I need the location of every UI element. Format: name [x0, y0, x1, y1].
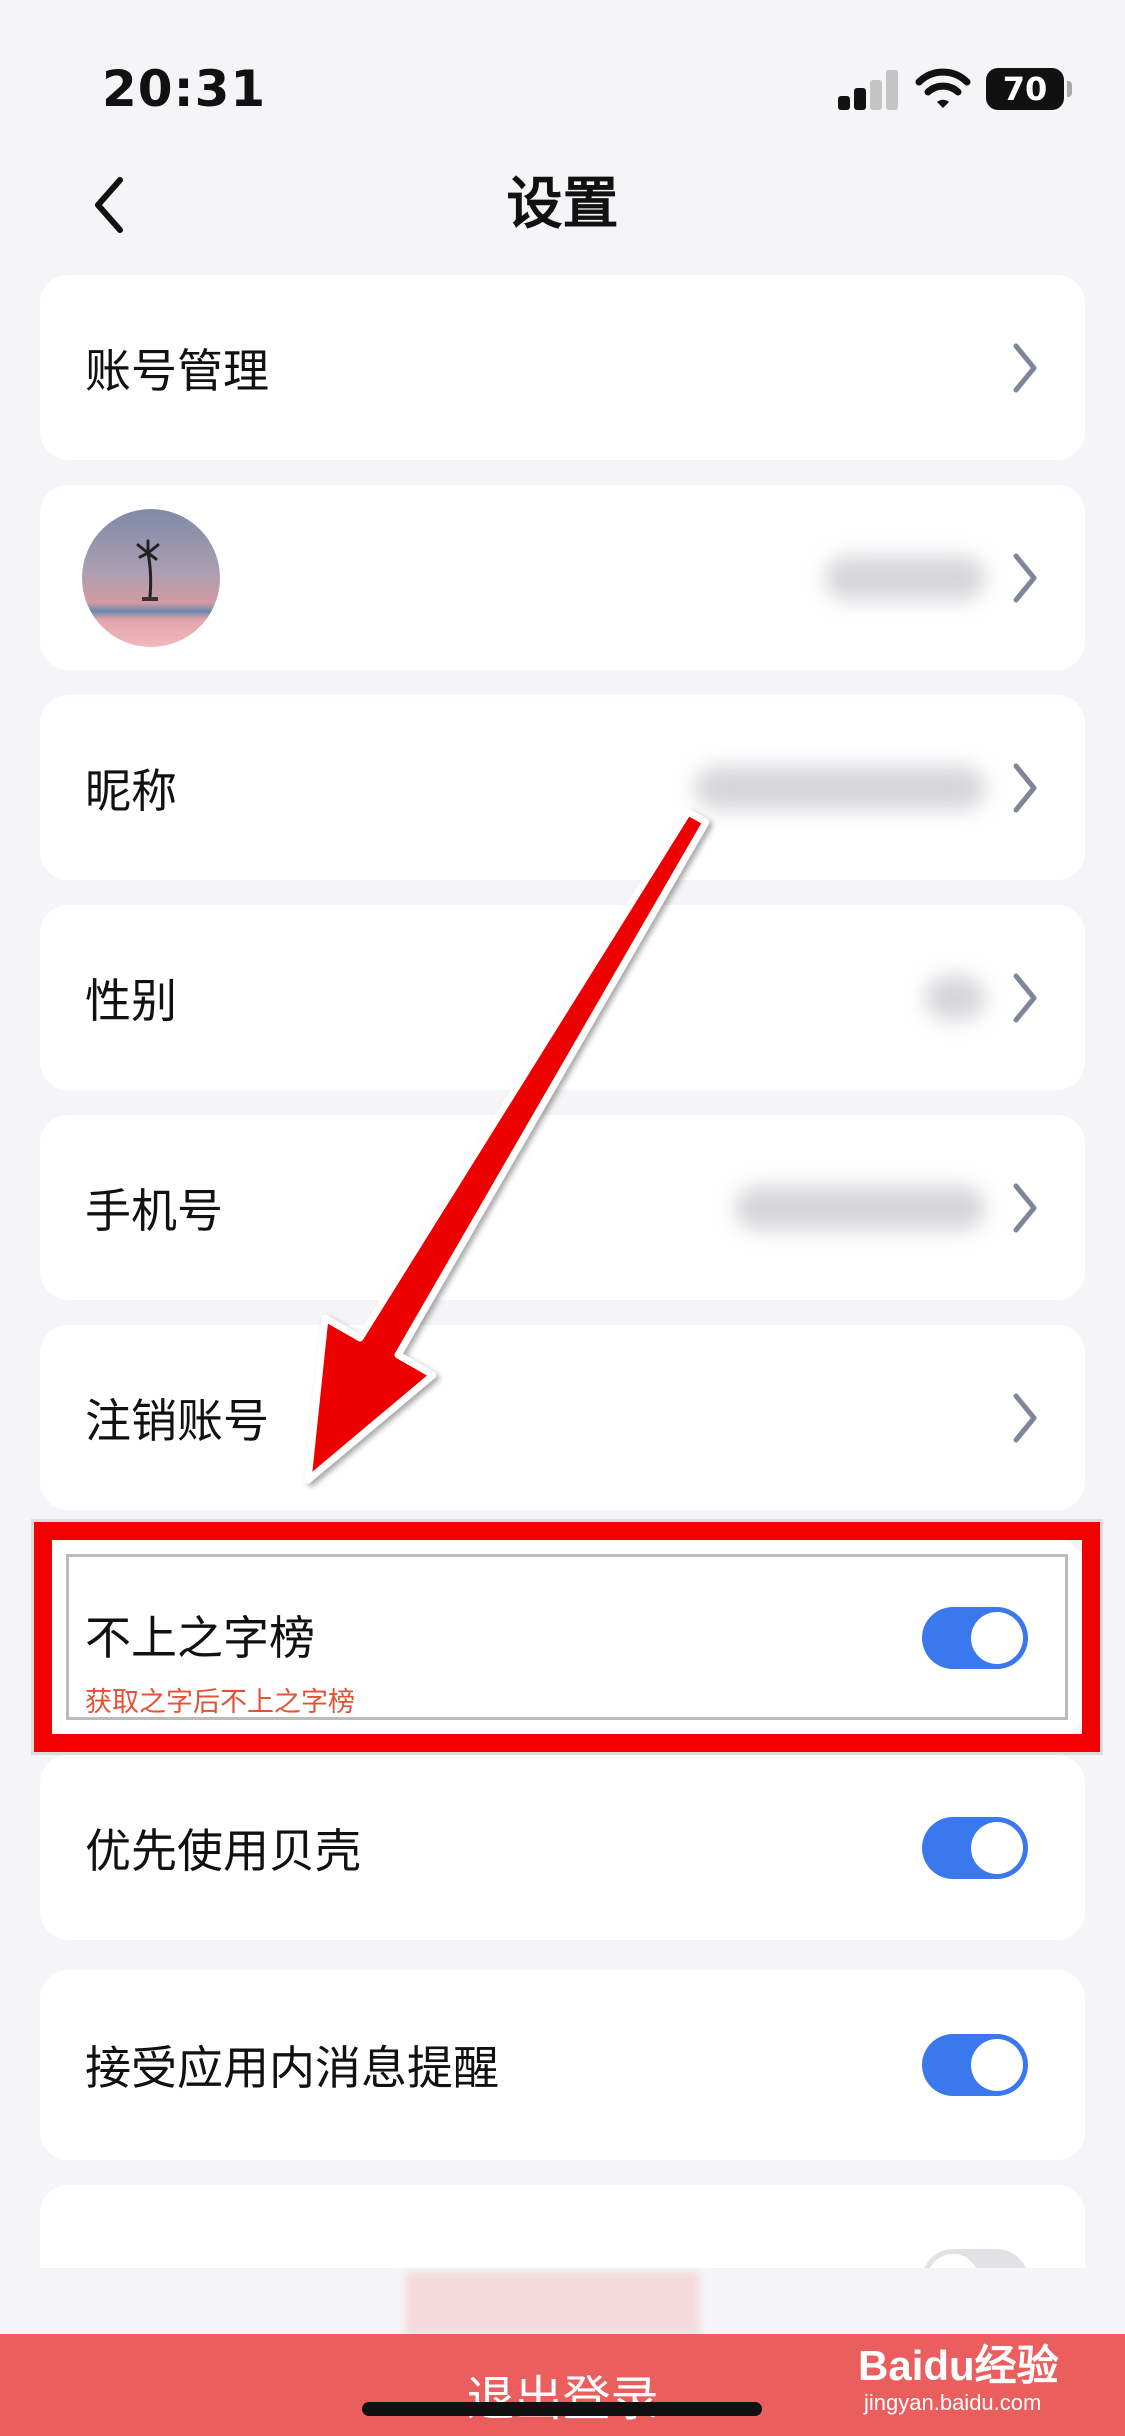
blurred-value	[825, 555, 985, 600]
avatar[interactable]	[82, 509, 220, 647]
row-avatar[interactable]	[40, 485, 1085, 670]
annotation-highlight-box	[34, 1522, 1100, 1752]
blurred-value	[695, 765, 985, 810]
wifi-icon	[915, 68, 971, 108]
row-label: 手机号	[85, 1183, 223, 1238]
row-label: 账号管理	[85, 343, 269, 398]
chevron-right-icon	[1013, 763, 1037, 812]
status-bar: 20:31 70	[0, 0, 1125, 150]
nav-header: 设置	[0, 150, 1125, 260]
annotation-arrow-icon	[304, 808, 710, 1484]
cellular-signal-icon	[838, 70, 900, 110]
chevron-right-icon	[1013, 553, 1037, 602]
watermark-url: jingyan.baidu.com	[864, 2390, 1042, 2415]
row-prefer-shells: 优先使用贝壳	[40, 1755, 1085, 1940]
chevron-right-icon	[1013, 1183, 1037, 1232]
row-in-app-notifications: 接受应用内消息提醒	[40, 1970, 1085, 2160]
row-label: 性别	[85, 973, 177, 1028]
blurred-value	[735, 1185, 985, 1230]
row-label: 优先使用贝壳	[85, 1823, 361, 1878]
battery-indicator: 70	[986, 68, 1072, 110]
prefer-shells-toggle[interactable]	[922, 1816, 1028, 1879]
row-label: 接受应用内消息提醒	[85, 2041, 499, 2095]
status-time: 20:31	[102, 60, 267, 118]
blurred-region	[405, 2272, 700, 2334]
baidu-watermark: Baidu经验 jingyan.baidu.com	[858, 2320, 1108, 2430]
blurred-value	[925, 975, 985, 1020]
notifications-toggle[interactable]	[922, 2034, 1028, 2096]
row-account-management[interactable]: 账号管理	[40, 275, 1085, 460]
row-label: 注销账号	[85, 1393, 269, 1448]
chevron-right-icon	[1013, 343, 1037, 392]
chevron-right-icon	[1013, 973, 1037, 1022]
home-indicator	[362, 2402, 762, 2416]
palm-tree-image	[136, 539, 160, 601]
page-title: 设置	[506, 172, 619, 237]
chevron-right-icon	[1013, 1393, 1037, 1442]
watermark-logo: Baidu经验	[858, 2342, 1059, 2389]
row-label: 昵称	[85, 763, 177, 818]
